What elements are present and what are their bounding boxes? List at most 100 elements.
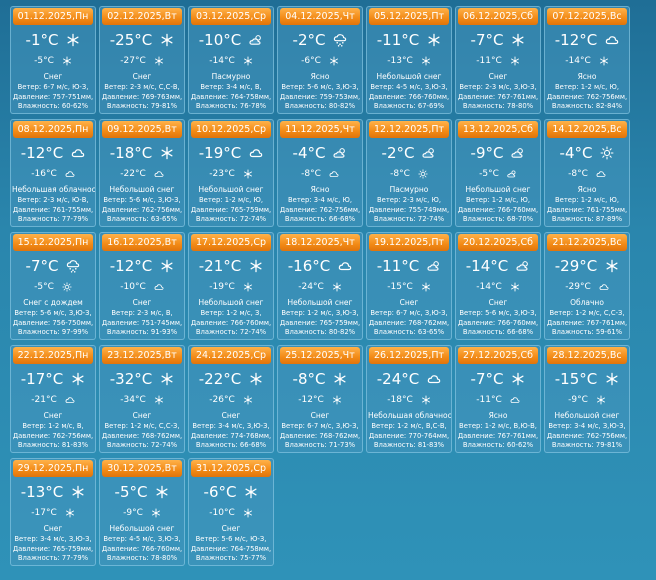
day-card[interactable]: 21.12.2025,Вс -29°C -29°C Облачно Ветер:… xyxy=(544,232,630,340)
day-card[interactable]: 19.12.2025,Пт -11°C -15°C Снег Ветер: 6-… xyxy=(366,232,452,340)
condition-text: Ясно xyxy=(488,411,508,420)
night-temp-row: -8°C xyxy=(549,168,625,180)
details: Ветер: 1-2 м/с, Ю, Давление: 766-760мм, … xyxy=(457,196,539,225)
night-temperature: -8°C xyxy=(568,169,588,179)
day-temp-row: -21°C xyxy=(193,257,269,275)
day-card[interactable]: 17.12.2025,Ср -21°C -19°C Небольшой снег… xyxy=(188,232,274,340)
night-temperature: -24°C xyxy=(298,282,324,292)
pressure-text: Давление: 761-755мм, xyxy=(546,205,628,214)
snowflake-icon xyxy=(329,56,339,66)
condition-text: Снег xyxy=(310,411,330,420)
day-card[interactable]: 28.12.2025,Вс -15°C -9°C Небольшой снег … xyxy=(544,345,630,453)
day-card[interactable]: 23.12.2025,Вт -32°C -34°C Снег Ветер: 1-… xyxy=(99,345,185,453)
details: Ветер: 3-4 м/с, З,Ю-З, Давление: 765-759… xyxy=(12,535,94,564)
day-card[interactable]: 22.12.2025,Пн -17°C -21°C Снег Ветер: 1-… xyxy=(10,345,96,453)
snowflake-icon xyxy=(66,33,80,47)
date-header: 24.12.2025,Ср xyxy=(191,347,271,364)
wind-text: Ветер: 3-4 м/с, В, xyxy=(200,83,262,91)
day-temp-row: -7°C xyxy=(460,370,536,388)
cloud-icon xyxy=(599,282,609,292)
day-card[interactable]: 08.12.2025,Пн -12°C -16°C Небольшая обла… xyxy=(10,119,96,227)
condition-text: Снег xyxy=(399,298,419,307)
snowflake-icon xyxy=(510,282,520,292)
day-card[interactable]: 26.12.2025,Пт -24°C -18°C Небольшая обла… xyxy=(366,345,452,453)
wind-text: Ветер: 1-2 м/с, Ю, xyxy=(466,196,530,204)
day-temp-row: -7°C xyxy=(460,31,536,49)
humidity-text: Влажность: 81-83% xyxy=(373,441,445,450)
day-card[interactable]: 25.12.2025,Чт -8°C -12°C Снег Ветер: 6-7… xyxy=(277,345,363,453)
humidity-text: Влажность: 67-69% xyxy=(373,102,445,111)
day-card[interactable]: 07.12.2025,Вс -12°C -14°C Ясно Ветер: 1-… xyxy=(544,6,630,114)
day-card[interactable]: 09.12.2025,Вт -18°C -22°C Небольшой снег… xyxy=(99,119,185,227)
day-temp-row: -24°C xyxy=(371,370,447,388)
pressure-text: Давление: 762-756мм, xyxy=(546,431,628,440)
snowflake-icon xyxy=(154,395,164,405)
pressure-text: Давление: 767-761мм, xyxy=(457,92,539,101)
night-temp-row: -22°C xyxy=(104,168,180,180)
day-temperature: -32°C xyxy=(109,370,153,388)
day-card[interactable]: 27.12.2025,Сб -7°C -11°C Ясно Ветер: 1-2… xyxy=(455,345,541,453)
night-temp-row: -21°C xyxy=(15,394,91,406)
condition-text: Небольшой снег xyxy=(198,185,264,194)
day-temperature: -9°C xyxy=(470,144,504,162)
details: Ветер: 2-3 м/с, Ю-В, Давление: 761-755мм… xyxy=(12,196,94,225)
day-card[interactable]: 13.12.2025,Сб -9°C -5°C Небольшой снег В… xyxy=(455,119,541,227)
wind-text: Ветер: 1-2 м/с, С,С-З, xyxy=(549,309,625,317)
day-card[interactable]: 06.12.2025,Сб -7°C -11°C Снег Ветер: 2-3… xyxy=(455,6,541,114)
night-temp-row: -11°C xyxy=(460,394,536,406)
humidity-text: Влажность: 79-81% xyxy=(551,441,623,450)
condition-text: Снег xyxy=(132,411,152,420)
day-card[interactable]: 24.12.2025,Ср -22°C -26°C Снег Ветер: 3-… xyxy=(188,345,274,453)
night-temperature: -8°C xyxy=(301,169,321,179)
day-card[interactable]: 14.12.2025,Вс -4°C -8°C Ясно Ветер: 1-2 … xyxy=(544,119,630,227)
day-temp-row: -6°C xyxy=(193,483,269,501)
details: Ветер: 1-2 м/с, Ю, Давление: 761-755мм, … xyxy=(546,196,628,225)
date-header: 26.12.2025,Пт xyxy=(369,347,449,364)
condition-text: Небольшой снег xyxy=(376,72,442,81)
day-card[interactable]: 10.12.2025,Ср -19°C -23°C Небольшой снег… xyxy=(188,119,274,227)
details: Ветер: 3-4 м/с, З,Ю-З, Давление: 774-768… xyxy=(190,422,272,451)
day-card[interactable]: 30.12.2025,Вт -5°C -9°C Небольшой снег В… xyxy=(99,458,185,566)
day-temp-row: -13°C xyxy=(15,483,91,501)
day-card[interactable]: 18.12.2025,Чт -16°C -24°C Небольшой снег… xyxy=(277,232,363,340)
day-card[interactable]: 16.12.2025,Вт -12°C -10°C Снег Ветер: 2-… xyxy=(99,232,185,340)
partly-cloudy-icon xyxy=(427,259,441,273)
condition-text: Пасмурно xyxy=(389,185,429,194)
partly-cloudy-icon xyxy=(422,146,436,160)
date-header: 28.12.2025,Вс xyxy=(547,347,627,364)
night-temperature: -16°C xyxy=(31,169,57,179)
wind-text: Ветер: 3-4 м/с, Ю, xyxy=(288,196,352,204)
day-card[interactable]: 12.12.2025,Пт -2°C -8°C Пасмурно Ветер: … xyxy=(366,119,452,227)
day-temperature: -17°C xyxy=(20,370,64,388)
date-header: 02.12.2025,Вт xyxy=(102,8,182,25)
day-card[interactable]: 31.12.2025,Ср -6°C -10°C Снег Ветер: 5-6… xyxy=(188,458,274,566)
humidity-text: Влажность: 60-62% xyxy=(17,102,89,111)
night-temperature: -19°C xyxy=(209,282,235,292)
day-card[interactable]: 29.12.2025,Пн -13°C -17°C Снег Ветер: 3-… xyxy=(10,458,96,566)
night-temperature: -21°C xyxy=(31,395,57,405)
day-card[interactable]: 03.12.2025,Ср -10°C -14°C Пасмурно Ветер… xyxy=(188,6,274,114)
date-header: 19.12.2025,Пт xyxy=(369,234,449,251)
day-card[interactable]: 01.12.2025,Пн -1°C -5°C Снег Ветер: 6-7 … xyxy=(10,6,96,114)
snowflake-icon xyxy=(160,259,174,273)
details: Ветер: 2-3 м/с, З,Ю-З, Давление: 767-761… xyxy=(457,83,539,112)
details: Ветер: 5-6 м/с, Ю-З, Давление: 764-758мм… xyxy=(190,535,272,564)
night-temperature: -15°C xyxy=(387,282,413,292)
day-card[interactable]: 02.12.2025,Вт -25°C -27°C Снег Ветер: 2-… xyxy=(99,6,185,114)
pressure-text: Давление: 755-749мм, xyxy=(368,205,450,214)
night-temp-row: -5°C xyxy=(460,168,536,180)
humidity-text: Влажность: 78-80% xyxy=(462,102,534,111)
details: Ветер: 1-2 м/с, С,С-З, Давление: 768-762… xyxy=(101,422,183,451)
humidity-text: Влажность: 80-82% xyxy=(284,328,356,337)
snowflake-icon xyxy=(71,372,85,386)
date-header: 06.12.2025,Сб xyxy=(458,8,538,25)
sun-icon xyxy=(418,169,428,179)
day-temperature: -13°C xyxy=(20,483,64,501)
day-card[interactable]: 04.12.2025,Чт -2°C -6°C Ясно Ветер: 5-6 … xyxy=(277,6,363,114)
day-card[interactable]: 11.12.2025,Чт -4°C -8°C Ясно Ветер: 3-4 … xyxy=(277,119,363,227)
day-temp-row: -8°C xyxy=(282,370,358,388)
day-card[interactable]: 20.12.2025,Сб -14°C -14°C Снег Ветер: 5-… xyxy=(455,232,541,340)
pressure-text: Давление: 766-760мм, xyxy=(368,92,450,101)
day-card[interactable]: 05.12.2025,Пт -11°C -13°C Небольшой снег… xyxy=(366,6,452,114)
day-card[interactable]: 15.12.2025,Пн -7°C -5°C Снег с дождем Ве… xyxy=(10,232,96,340)
